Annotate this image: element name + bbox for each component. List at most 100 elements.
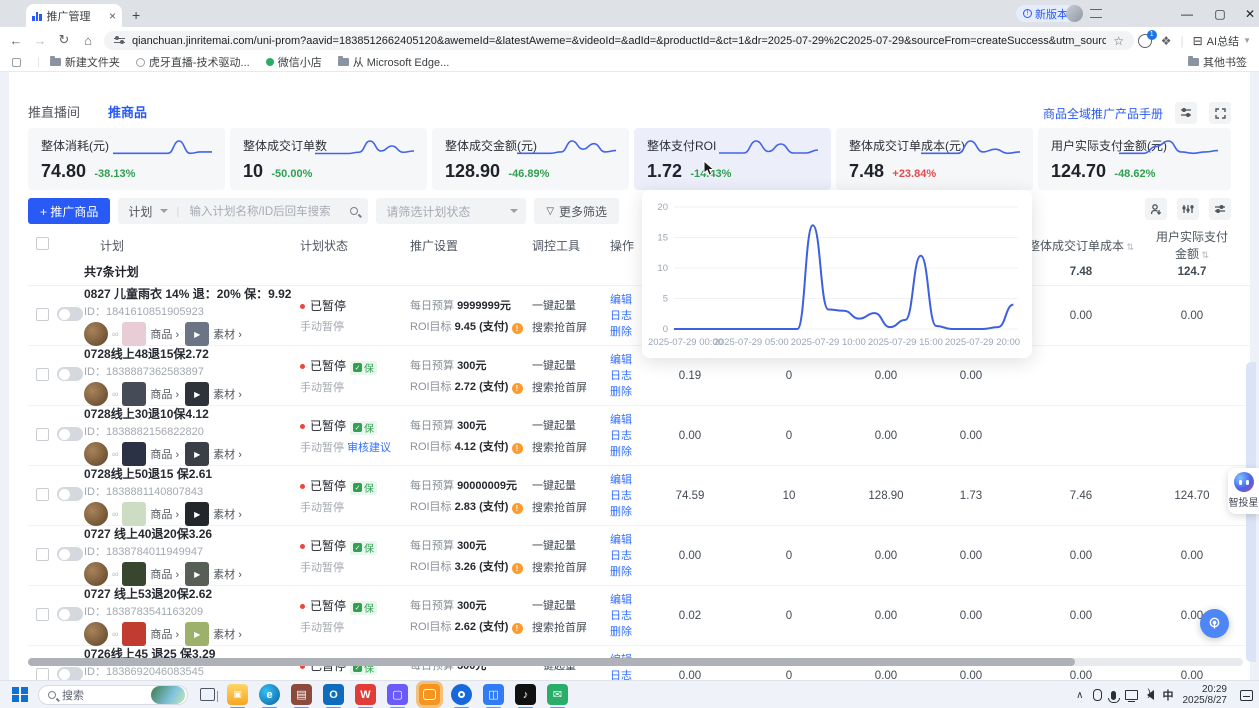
row-checkbox[interactable] [36,548,49,561]
site-settings-icon[interactable] [114,35,125,46]
global-promotion-manual-link[interactable]: 商品全域推广产品手册 [1043,105,1163,122]
plan-search-input[interactable]: 输入计划名称/ID后回车搜索 [189,203,350,219]
back-button[interactable]: ← [4,33,28,48]
touchpad-icon[interactable] [1093,689,1102,701]
row-checkbox[interactable] [36,368,49,381]
new-tab-button[interactable]: + [132,7,140,23]
material-thumbnail[interactable]: ▶ [185,382,209,406]
tab-close-icon[interactable]: × [109,9,116,23]
delete-link[interactable]: 删除 [610,564,642,580]
delete-link[interactable]: 删除 [610,624,642,640]
material-thumbnail[interactable]: ▶ [185,442,209,466]
tab-products[interactable]: 推商品 [108,102,147,121]
card-user-paid[interactable]: 用户实际支付金额(元) 124.70 -48.62% [1038,128,1231,190]
ime-indicator[interactable]: 中 [1163,687,1174,703]
material-thumbnail[interactable]: ▶ [185,322,209,346]
select-all-checkbox[interactable] [36,237,49,250]
plan-title[interactable]: 0728线上30退10保4.12 [84,405,300,422]
product-link[interactable]: 商品 › [150,446,179,462]
window-minimize-button[interactable]: — [1172,0,1202,27]
delete-link[interactable]: 删除 [610,444,642,460]
reload-button[interactable]: ↻ [52,32,76,48]
window-close-button[interactable]: ✕ [1235,0,1259,27]
log-link[interactable]: 日志 [610,308,642,324]
forward-button[interactable]: → [28,33,52,48]
network-icon[interactable] [1125,690,1138,700]
search-top-screen[interactable]: 搜索抢首屏 [532,379,610,395]
taskbar-clock[interactable]: 20:29 2025/8/27 [1183,684,1228,706]
row-checkbox[interactable] [36,308,49,321]
plan-enable-toggle[interactable] [57,307,83,321]
material-link[interactable]: 素材 › [213,446,242,462]
column-header[interactable]: 用户实际支付金额 ⇅ [1152,228,1232,262]
search-icon[interactable] [350,207,358,215]
bookmark-star-icon[interactable]: ☆ [1113,34,1124,48]
log-link[interactable]: 日志 [610,428,642,444]
extensions-puzzle-icon[interactable]: ❖ [1161,34,1172,48]
microphone-icon[interactable] [1111,691,1116,700]
product-link[interactable]: 商品 › [150,566,179,582]
material-link[interactable]: 素材 › [213,506,242,522]
row-checkbox[interactable] [36,608,49,621]
bookmark-new-folder[interactable]: 新建文件夹 [50,54,120,70]
bookmark-edge-import[interactable]: 从 Microsoft Edge... [338,54,450,70]
browser-profile-avatar[interactable] [1066,5,1083,22]
app-meeting[interactable]: ▢ [387,684,408,705]
fullscreen-icon[interactable] [1209,102,1231,124]
export-icon[interactable] [1145,198,1167,220]
product-thumbnail[interactable] [122,502,146,526]
column-header[interactable]: 计划 [84,237,300,254]
app-file-explorer[interactable]: ▣ [227,684,248,705]
card-order-count[interactable]: 整体成交订单数 10 -50.00% [230,128,427,190]
search-top-screen[interactable]: 搜索抢首屏 [532,439,610,455]
material-link[interactable]: 素材 › [213,386,242,402]
card-order-cost[interactable]: 整体成交订单成本(元) 7.48 +23.84% [836,128,1033,190]
tray-expand-icon[interactable]: ∧ [1076,690,1083,701]
task-view-icon[interactable] [200,688,215,701]
column-header[interactable]: 计划状态 [300,237,410,254]
one-click-boost[interactable]: 一键起量 [532,537,610,553]
one-click-boost[interactable]: 一键起量 [532,417,610,433]
column-header[interactable]: 推广设置 [410,237,532,254]
app-blue-circle[interactable] [451,684,472,705]
plan-enable-toggle[interactable] [57,367,83,381]
edit-link[interactable]: 编辑 [610,292,642,308]
log-link[interactable]: 日志 [610,368,642,384]
plan-title[interactable]: 0728线上48退15保2.72 [84,345,300,362]
start-button[interactable] [12,687,28,703]
material-thumbnail[interactable]: ▶ [185,562,209,586]
plan-status-select[interactable]: 请筛选计划状态 [376,198,526,224]
header-select-all[interactable] [28,237,84,253]
edit-link[interactable]: 编辑 [610,472,642,488]
app-blue-square[interactable]: ◫ [483,684,504,705]
one-click-boost[interactable]: 一键起量 [532,357,610,373]
material-thumbnail[interactable]: ▶ [185,502,209,526]
home-button[interactable]: ⌂ [76,33,100,48]
app-qianniu-active[interactable] [419,684,440,705]
app-store[interactable]: ▤ [291,684,312,705]
plan-enable-toggle[interactable] [57,427,83,441]
taskbar-search[interactable]: 搜索 [38,685,188,705]
extension-icon[interactable]: 1 [1138,34,1152,48]
product-thumbnail[interactable] [122,382,146,406]
log-link[interactable]: 日志 [610,488,642,504]
column-header[interactable]: 整体成交 [1232,237,1259,254]
smart-assistant-widget[interactable]: 智投星 [1228,468,1259,514]
search-top-screen[interactable]: 搜索抢首屏 [532,499,610,515]
plan-enable-toggle[interactable] [57,547,83,561]
product-thumbnail[interactable] [122,322,146,346]
scrollbar-thumb[interactable] [28,658,1075,666]
review-suggestion-link[interactable]: 审核建议 [347,442,391,454]
plan-enable-toggle[interactable] [57,667,83,681]
product-link[interactable]: 商品 › [150,506,179,522]
material-thumbnail[interactable]: ▶ [185,622,209,646]
column-header[interactable]: 调控工具 [532,237,610,254]
plan-title[interactable]: 0827 儿童雨衣 14% 退：20% 保：9.92 [84,285,300,302]
horizontal-scrollbar[interactable] [28,658,1243,666]
tab-live-room[interactable]: 推直播间 [28,102,80,121]
bookmark-huya[interactable]: 虎牙直播-技术驱动... [136,54,250,70]
product-link[interactable]: 商品 › [150,626,179,642]
delete-link[interactable]: 删除 [610,384,642,400]
browser-tab[interactable]: 推广管理 × [26,4,122,27]
delete-link[interactable]: 删除 [610,324,642,340]
